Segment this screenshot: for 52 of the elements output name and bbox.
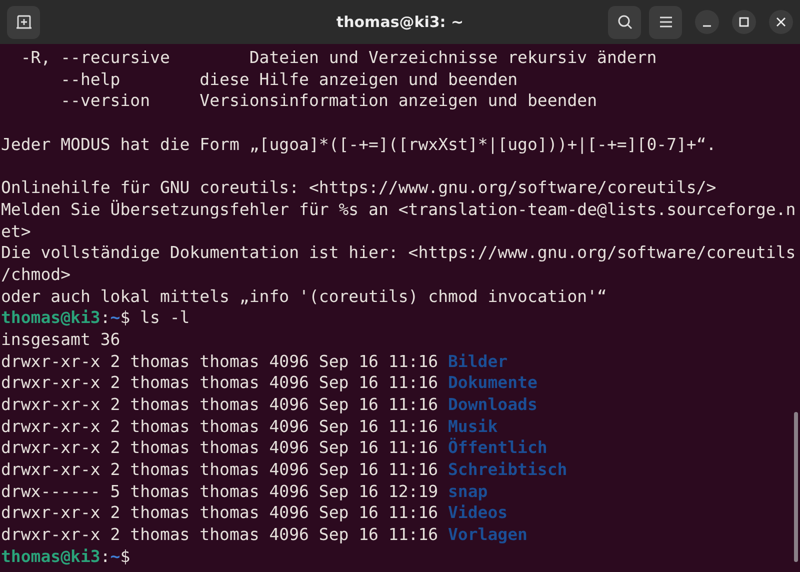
terminal-output: -R, --recursive Dateien und Verzeichnisse rekursiv ändern — [20, 48, 657, 67]
menu-button[interactable] — [649, 6, 682, 38]
terminal-output: /chmod> — [1, 264, 71, 284]
close-button[interactable] — [769, 10, 793, 34]
search-button[interactable] — [608, 6, 641, 38]
terminal-output: et> — [1, 222, 31, 240]
window-title: thomas@ki3: ~ — [336, 13, 464, 31]
new-tab-button[interactable] — [7, 6, 40, 38]
terminal-output: insgesamt 36 — [1, 330, 120, 349]
directory-name: Öffentlich — [448, 438, 548, 458]
directory-name: snap — [448, 482, 488, 501]
file-details: drwxr-xr-x 2 thomas thomas 4096 Sep 16 11:16 — [1, 525, 438, 544]
minimize-button[interactable] — [695, 10, 719, 34]
file-details: drwxr-xr-x 2 thomas thomas 4096 Sep 16 11:16 — [1, 438, 438, 458]
terminal-output: Onlinehilfe für GNU coreutils: <https://www.gnu.org/software/coreutils/> — [1, 178, 716, 198]
directory-name: Downloads — [448, 395, 538, 414]
maximize-button[interactable] — [732, 10, 756, 34]
directory-name: Vorlagen — [448, 525, 528, 544]
terminal-output: --help diese Hilfe anzeigen und beenden — [60, 70, 518, 89]
terminal-output: --version Versionsinformation anzeigen und beenden — [60, 91, 598, 110]
maximize-icon — [739, 17, 749, 27]
prompt-separator: : — [100, 308, 110, 328]
close-icon — [776, 17, 786, 27]
directory-name: Bilder — [448, 352, 508, 371]
prompt-path: ~ — [110, 546, 120, 566]
directory-name: Schreibtisch — [448, 460, 568, 480]
minimize-icon — [703, 25, 711, 27]
new-tab-icon — [16, 14, 32, 30]
prompt-path: ~ — [110, 308, 120, 328]
directory-name: Videos — [448, 503, 508, 522]
file-details: drwx------ 5 thomas thomas 4096 Sep 16 12:19 — [1, 482, 438, 501]
prompt-symbol: $ — [120, 308, 130, 328]
terminal-output: oder auch lokal mittels „info '(coreutils) chmod invocation'“ — [1, 286, 607, 306]
prompt-symbol: $ — [120, 546, 130, 566]
file-details: drwxr-xr-x 2 thomas thomas 4096 Sep 16 11:16 — [1, 395, 438, 414]
menu-icon — [658, 16, 672, 28]
directory-name: Musik — [448, 416, 498, 436]
scrollbar[interactable] — [794, 412, 798, 562]
directory-name: Dokumente — [448, 373, 538, 392]
prompt-user: thomas@ki3 — [1, 546, 100, 566]
search-icon — [616, 14, 632, 30]
file-details: drwxr-xr-x 2 thomas thomas 4096 Sep 16 11:16 — [1, 373, 438, 392]
file-details: drwxr-xr-x 2 thomas thomas 4096 Sep 16 11:16 — [1, 352, 438, 371]
prompt-user: thomas@ki3 — [1, 308, 100, 328]
command-text: ls -l — [140, 308, 190, 328]
terminal-output: Die vollständige Dokumentation ist hier: <https://www.gnu.org/software/coreutils — [1, 243, 796, 262]
file-details: drwxr-xr-x 2 thomas thomas 4096 Sep 16 11:16 — [1, 416, 438, 436]
file-details: drwxr-xr-x 2 thomas thomas 4096 Sep 16 11:16 — [1, 460, 438, 480]
terminal-output: Melden Sie Übersetzungsfehler für %s an <translation-team-de@lists.sourceforge.n — [1, 200, 796, 219]
prompt-separator: : — [100, 546, 110, 566]
file-details: drwxr-xr-x 2 thomas thomas 4096 Sep 16 11:16 — [1, 503, 438, 522]
terminal-output: Jeder MODUS hat die Form „[ugoa]*([-+=]([rwxXst]*|[ugo]))+|[-+=][0-7]+“. — [1, 134, 716, 154]
